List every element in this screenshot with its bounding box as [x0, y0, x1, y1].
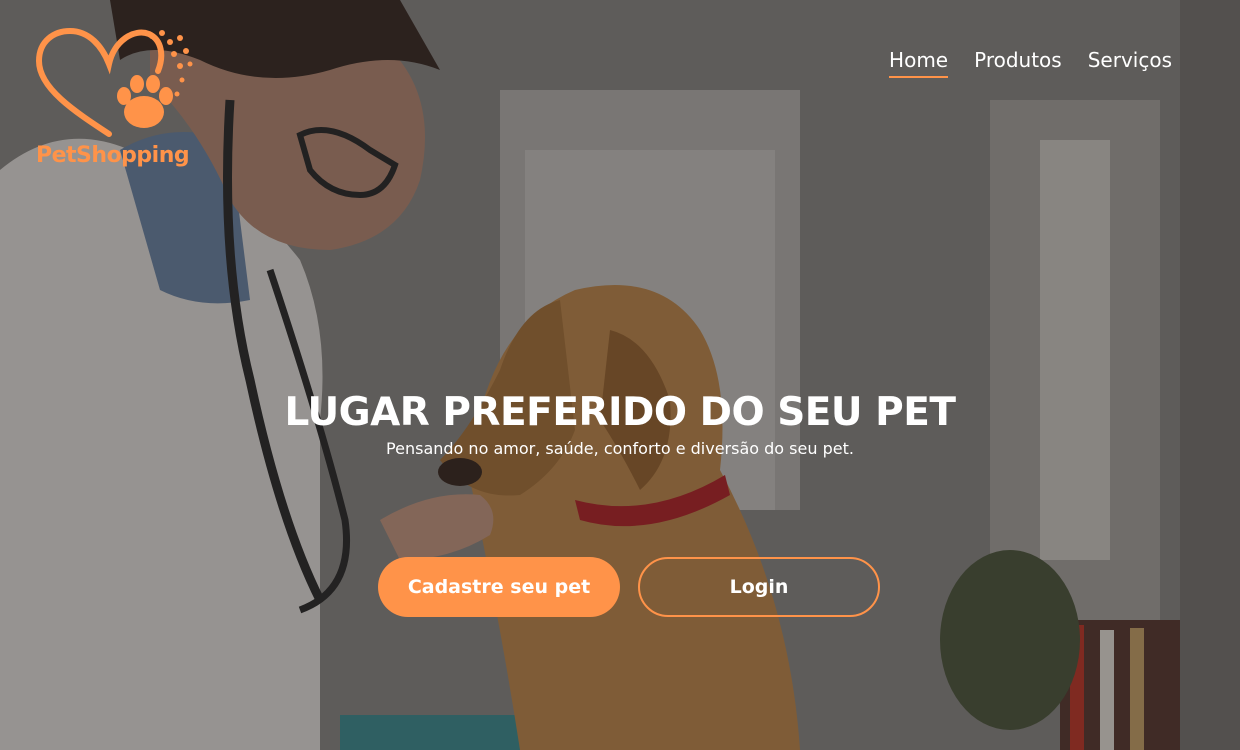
nav-servicos[interactable]: Serviços: [1088, 48, 1172, 78]
nav-home[interactable]: Home: [889, 48, 949, 78]
main-nav: Home Produtos Serviços: [889, 48, 1172, 78]
hero-title: LUGAR PREFERIDO DO SEU PET: [284, 390, 956, 436]
register-pet-button[interactable]: Cadastre seu pet: [378, 557, 620, 617]
brand-logo[interactable]: PetShopping: [34, 26, 199, 176]
heart-paw-icon: [35, 27, 193, 137]
hero-subtitle: Pensando no amor, saúde, conforto e dive…: [386, 439, 854, 458]
login-button[interactable]: Login: [638, 557, 880, 617]
nav-produtos[interactable]: Produtos: [974, 48, 1062, 78]
hero-section: PetShopping Home Produtos Serviços LUGAR…: [0, 0, 1240, 750]
brand-name: PetShopping: [36, 143, 190, 168]
